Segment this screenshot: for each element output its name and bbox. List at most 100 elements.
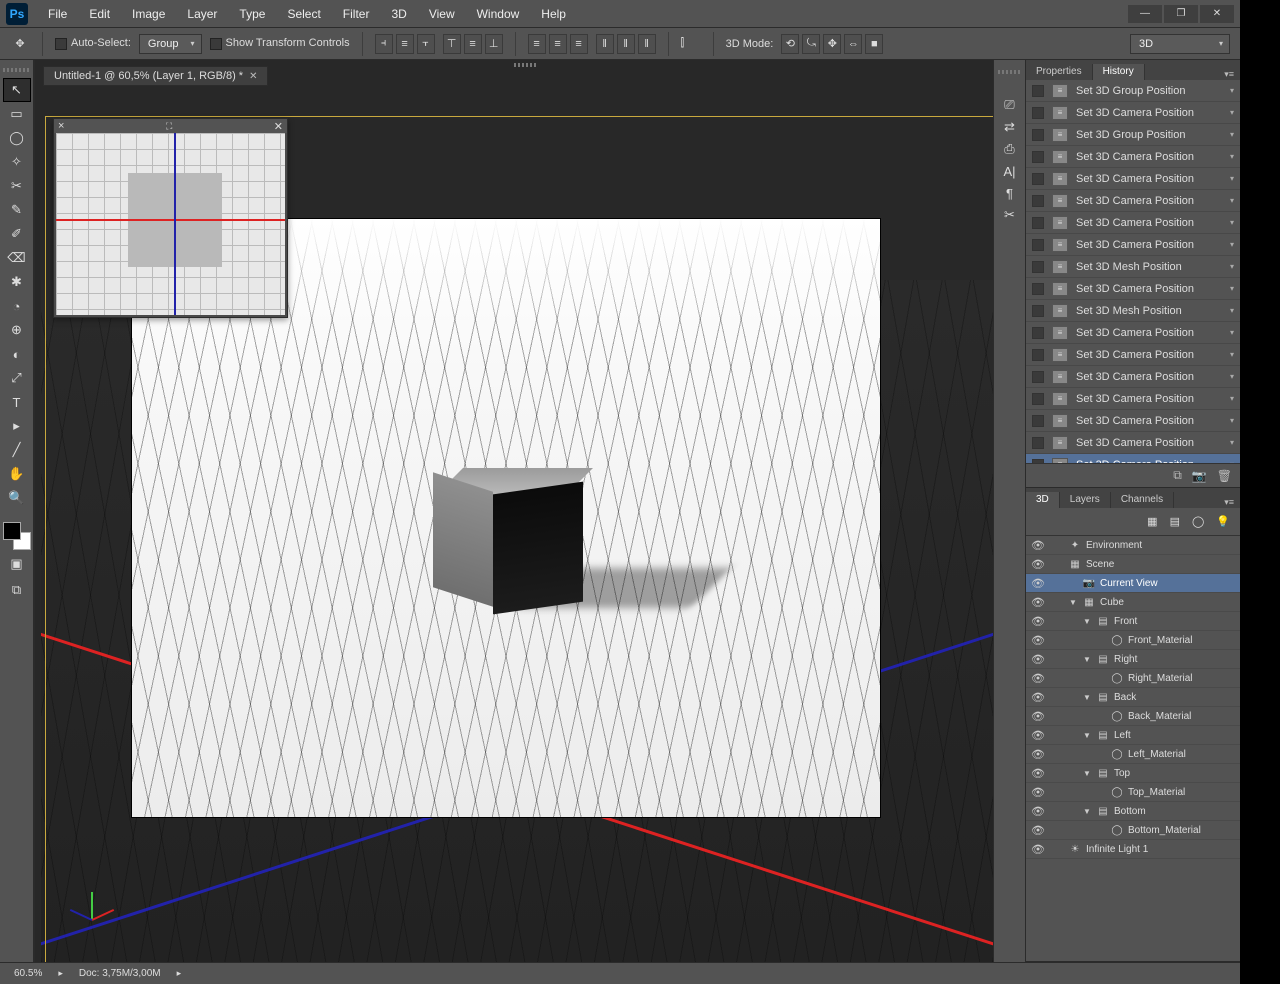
history-state-toggle[interactable] — [1032, 151, 1044, 163]
history-item[interactable]: ≡Set 3D Camera Position▾ — [1026, 432, 1240, 454]
scene-tree-item[interactable]: 👁✦Environment — [1026, 536, 1240, 555]
align-button[interactable]: ⫟ — [417, 34, 435, 54]
scene-tree-item[interactable]: 👁▦Scene — [1026, 555, 1240, 574]
viewport[interactable]: × ⛶ ✕ — [41, 88, 993, 962]
auto-select-dropdown[interactable]: Group — [139, 34, 202, 54]
history-item[interactable]: ≡Set 3D Camera Position▾ — [1026, 102, 1240, 124]
scene-tree-item[interactable]: 👁◯Right_Material — [1026, 669, 1240, 688]
scene-tree-item[interactable]: 👁📷Current View — [1026, 574, 1240, 593]
panel-menu-icon[interactable]: ▾≡ — [1224, 69, 1240, 80]
tab-3d[interactable]: 3D — [1026, 492, 1060, 508]
secondary-view-canvas[interactable] — [56, 133, 285, 315]
history-item[interactable]: ≡Set 3D Camera Position▾ — [1026, 212, 1240, 234]
document-tab[interactable]: Untitled-1 @ 60,5% (Layer 1, RGB/8) * ✕ — [43, 66, 268, 86]
scene-tree-item[interactable]: 👁◯Bottom_Material — [1026, 821, 1240, 840]
menu-type[interactable]: Type — [229, 3, 275, 25]
history-state-toggle[interactable] — [1032, 195, 1044, 207]
menu-file[interactable]: File — [38, 3, 77, 25]
history-item[interactable]: ≡Set 3D Group Position▾ — [1026, 124, 1240, 146]
filter-lights-icon[interactable]: 💡 — [1216, 515, 1230, 528]
filter-materials-icon[interactable]: ◯ — [1192, 515, 1204, 528]
tab-layers[interactable]: Layers — [1060, 492, 1111, 508]
tool-button[interactable]: ◯ — [3, 126, 31, 150]
expand-icon[interactable]: ▼ — [1082, 693, 1092, 702]
panel-grip[interactable] — [3, 68, 31, 72]
align-button[interactable]: ≡ — [464, 34, 482, 54]
align-button[interactable]: ≡ — [396, 34, 414, 54]
history-state-toggle[interactable] — [1032, 371, 1044, 383]
history-state-toggle[interactable] — [1032, 305, 1044, 317]
visibility-icon[interactable]: 👁 — [1030, 691, 1046, 704]
visibility-icon[interactable]: 👁 — [1030, 558, 1046, 571]
expand-icon[interactable]: ▼ — [1082, 655, 1092, 664]
history-state-toggle[interactable] — [1032, 327, 1044, 339]
show-transform-checkbox[interactable]: Show Transform Controls — [210, 37, 350, 49]
history-item[interactable]: ≡Set 3D Camera Position▾ — [1026, 410, 1240, 432]
scene-tree-item[interactable]: 👁▼▤Bottom — [1026, 802, 1240, 821]
history-state-toggle[interactable] — [1032, 393, 1044, 405]
menu-help[interactable]: Help — [531, 3, 576, 25]
history-state-toggle[interactable] — [1032, 459, 1044, 464]
visibility-icon[interactable]: 👁 — [1030, 672, 1046, 685]
scene-tree-item[interactable]: 👁◯Top_Material — [1026, 783, 1240, 802]
tab-properties[interactable]: Properties — [1026, 64, 1093, 80]
history-item[interactable]: ≡Set 3D Camera Position▾ — [1026, 234, 1240, 256]
tool-button[interactable]: ╱ — [3, 438, 31, 462]
align-button[interactable]: ⊥ — [485, 34, 503, 54]
filter-meshes-icon[interactable]: ▤ — [1170, 515, 1180, 528]
tool-button[interactable]: ◐ — [3, 342, 31, 366]
zoom-button[interactable]: ■ — [865, 34, 883, 54]
tool-button[interactable]: ✋ — [3, 462, 31, 486]
history-item[interactable]: ≡Set 3D Camera Position▾ — [1026, 278, 1240, 300]
pan-button[interactable]: ✥ — [823, 34, 841, 54]
history-state-toggle[interactable] — [1032, 415, 1044, 427]
panel-icon[interactable]: ⎙ — [999, 138, 1021, 160]
axis-widget[interactable] — [79, 884, 119, 924]
distribute-button[interactable]: ≡ — [570, 34, 588, 54]
scene-tree-item[interactable]: 👁◯Back_Material — [1026, 707, 1240, 726]
visibility-icon[interactable]: 👁 — [1030, 824, 1046, 837]
tool-button[interactable]: ▭ — [3, 102, 31, 126]
visibility-icon[interactable]: 👁 — [1030, 767, 1046, 780]
visibility-icon[interactable]: 👁 — [1030, 653, 1046, 666]
expand-icon[interactable]: ▼ — [1068, 598, 1078, 607]
3d-scene-tree[interactable]: 👁✦Environment👁▦Scene👁📷Current View👁▼▦Cub… — [1026, 536, 1240, 961]
history-state-toggle[interactable] — [1032, 173, 1044, 185]
menu-view[interactable]: View — [419, 3, 465, 25]
menu-filter[interactable]: Filter — [333, 3, 380, 25]
roll-button[interactable]: ⤿ — [802, 34, 820, 54]
slide-button[interactable]: ⇔ — [844, 34, 862, 54]
history-item[interactable]: ≡Set 3D Camera Position▾ — [1026, 190, 1240, 212]
expand-icon[interactable]: ▼ — [1082, 617, 1092, 626]
scene-tree-item[interactable]: 👁◯Front_Material — [1026, 631, 1240, 650]
foreground-swatch[interactable] — [3, 522, 21, 540]
panel-grip[interactable] — [514, 63, 538, 67]
tool-button[interactable]: ✂ — [3, 174, 31, 198]
close-window-button[interactable]: ✕ — [1200, 5, 1234, 23]
auto-select-checkbox[interactable]: Auto-Select: — [55, 37, 131, 49]
visibility-icon[interactable]: 👁 — [1030, 748, 1046, 761]
history-item[interactable]: ≡Set 3D Camera Position▾ — [1026, 168, 1240, 190]
cube-mesh[interactable] — [438, 468, 588, 618]
scene-tree-item[interactable]: 👁☀Infinite Light 1 — [1026, 840, 1240, 859]
scene-tree-item[interactable]: 👁▼▤Left — [1026, 726, 1240, 745]
tool-button[interactable]: ⊕ — [3, 318, 31, 342]
history-state-toggle[interactable] — [1032, 239, 1044, 251]
scene-tree-item[interactable]: 👁▼▦Cube — [1026, 593, 1240, 612]
expand-icon[interactable]: ▼ — [1082, 807, 1092, 816]
distribute-button[interactable]: ‖ — [617, 34, 635, 54]
tool-button[interactable]: ⤢ — [3, 366, 31, 390]
visibility-icon[interactable]: 👁 — [1030, 577, 1046, 590]
menu-select[interactable]: Select — [277, 3, 330, 25]
visibility-icon[interactable]: 👁 — [1030, 710, 1046, 723]
minimize-button[interactable]: — — [1128, 5, 1162, 23]
info-menu-icon[interactable]: ▸ — [177, 968, 182, 979]
panel-icon[interactable]: ⎚ — [999, 94, 1021, 116]
history-state-toggle[interactable] — [1032, 261, 1044, 273]
history-item[interactable]: ≡Set 3D Camera Position▾ — [1026, 322, 1240, 344]
panel-icon[interactable]: ¶ — [999, 182, 1021, 204]
workspace-dropdown[interactable]: 3D — [1130, 34, 1230, 54]
tool-button[interactable]: T — [3, 390, 31, 414]
new-doc-from-state-icon[interactable]: ⧉ — [1173, 468, 1182, 483]
history-item[interactable]: ≡Set 3D Mesh Position▾ — [1026, 300, 1240, 322]
